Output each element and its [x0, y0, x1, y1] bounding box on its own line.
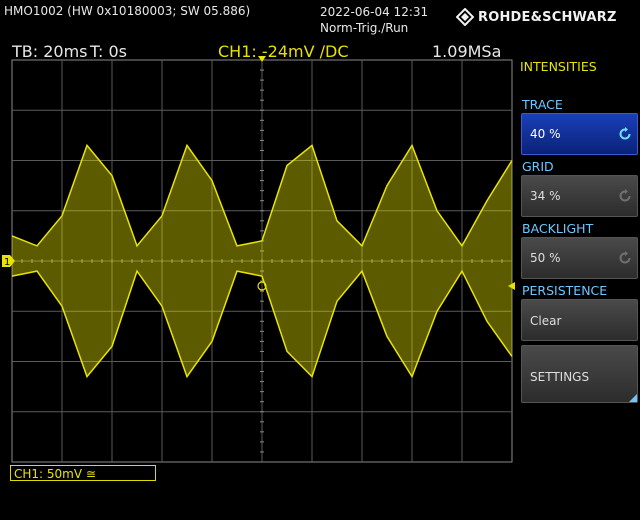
settings-label: SETTINGS: [530, 370, 590, 384]
settings-button[interactable]: SETTINGS: [521, 345, 638, 403]
backlight-intensity-button[interactable]: 50 %: [521, 237, 638, 279]
grid-intensity-value: 34 %: [530, 189, 561, 203]
channel1-scale-box[interactable]: CH1: 50mV ≅: [10, 465, 156, 481]
trigger-mode: Norm-Trig./Run: [320, 21, 409, 35]
grid-label: GRID: [522, 159, 554, 174]
rotary-knob-icon: [619, 251, 631, 264]
trace-intensity-button[interactable]: 40 %: [521, 113, 638, 155]
brand-name: ROHDE&SCHWARZ: [478, 9, 617, 25]
trace-intensity-value: 40 %: [530, 127, 561, 141]
waveform-display[interactable]: 1: [0, 56, 516, 464]
clear-label: Clear: [530, 314, 562, 328]
persistence-clear-button[interactable]: Clear: [521, 299, 638, 341]
rohde-schwarz-diamond-icon: [456, 8, 474, 26]
rotary-knob-icon: [619, 127, 631, 140]
channel1-marker-label: 1: [4, 257, 10, 268]
brand-logo: ROHDE&SCHWARZ: [456, 8, 617, 26]
date-time: 2022-06-04 12:31: [320, 5, 429, 19]
trace-label: TRACE: [522, 97, 563, 112]
backlight-label: BACKLIGHT: [522, 221, 594, 236]
status-datetime: 2022-06-04 12:31 Norm-Trig./Run: [320, 4, 428, 36]
persistence-label: PERSISTENCE: [522, 283, 608, 298]
backlight-intensity-value: 50 %: [530, 251, 561, 265]
grid-intensity-button[interactable]: 34 %: [521, 175, 638, 217]
rotary-knob-icon: [619, 189, 631, 202]
trigger-position-icon: [258, 56, 266, 62]
device-model-info: HMO1002 (HW 0x10180003; SW 05.886): [4, 4, 251, 18]
menu-title: INTENSITIES: [520, 59, 597, 74]
submenu-corner-icon: [629, 394, 637, 402]
